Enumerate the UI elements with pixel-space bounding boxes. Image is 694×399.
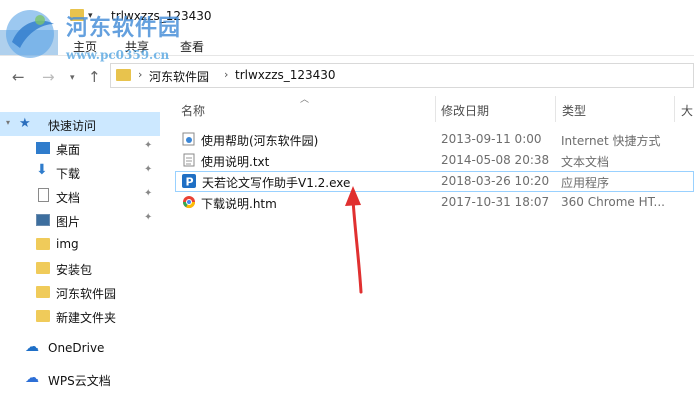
expand-arrow-icon[interactable]: ▾	[6, 118, 10, 127]
sidebar-item-label: 河东软件园	[56, 287, 117, 301]
breadcrumb-separator-icon[interactable]: ›	[138, 68, 142, 81]
file-row[interactable]: 使用说明.txt 2014-05-08 20:38 文本文档	[175, 150, 694, 171]
file-row[interactable]: 下载说明.htm 2017-10-31 18:07 360 Chrome HT.…	[175, 192, 694, 213]
file-name: 使用说明.txt	[201, 155, 270, 169]
folder-icon	[36, 238, 50, 250]
file-type: 文本文档	[561, 155, 610, 169]
sidebar-item-documents[interactable]: 文档 ✦	[0, 184, 160, 208]
tab-view[interactable]: 查看	[180, 38, 204, 55]
file-date: 2013-09-11 0:00	[441, 132, 542, 146]
file-type: 360 Chrome HT...	[561, 195, 665, 209]
pin-icon[interactable]: ✦	[144, 212, 152, 223]
sidebar-item-label: 下载	[56, 167, 81, 181]
file-row[interactable]: 使用帮助(河东软件园) 2013-09-11 0:00 Internet 快捷方…	[175, 129, 694, 150]
chrome-html-icon	[183, 196, 195, 209]
sidebar-item-label: OneDrive	[48, 341, 105, 355]
sidebar-item-hedong[interactable]: 河东软件园	[0, 280, 160, 304]
column-divider[interactable]	[555, 96, 556, 122]
sidebar-item-downloads[interactable]: ⬇ 下载 ✦	[0, 160, 160, 184]
column-header-size[interactable]: 大	[681, 102, 693, 119]
sidebar-item-label: 快速访问	[48, 119, 97, 133]
folder-icon	[36, 310, 50, 322]
column-header-name[interactable]: 名称	[181, 102, 205, 119]
document-icon	[38, 188, 49, 202]
sidebar-item-label: 桌面	[56, 143, 81, 157]
file-date: 2017-10-31 18:07	[441, 195, 550, 209]
pin-icon[interactable]: ✦	[144, 140, 152, 151]
column-divider[interactable]	[435, 96, 436, 122]
sort-ascending-icon: ︿	[300, 95, 310, 105]
file-type: 应用程序	[561, 176, 610, 190]
watermark-url: www.pc0359.cn	[66, 48, 170, 62]
folder-icon	[116, 69, 131, 81]
forward-arrow-icon[interactable]: →	[42, 68, 55, 86]
sidebar-item-quick-access[interactable]: ▾ ★ 快速访问	[0, 112, 160, 136]
file-date: 2014-05-08 20:38	[441, 153, 550, 167]
back-arrow-icon[interactable]: ←	[12, 68, 25, 86]
navigation-pane: ▾ ★ 快速访问 桌面 ✦ ⬇ 下载 ✦ 文档 ✦ 图片 ✦ img 安装包 河…	[0, 100, 165, 399]
address-bar[interactable]: › 河东软件园 › trlwxzzs_123430	[110, 63, 694, 88]
sidebar-item-new-folder[interactable]: 新建文件夹	[0, 304, 160, 328]
cloud-icon: ☁	[25, 339, 39, 355]
app-p-icon: P	[182, 174, 196, 188]
sidebar-item-install-pack[interactable]: 安装包	[0, 256, 160, 280]
file-row-selected[interactable]: P 天若论文写作助手V1.2.exe 2018-03-26 10:20 应用程序	[175, 171, 694, 192]
sidebar-item-label: 安装包	[56, 263, 93, 277]
file-name: 下载说明.htm	[201, 197, 277, 211]
file-date: 2018-03-26 10:20	[441, 174, 550, 188]
breadcrumb-current[interactable]: trlwxzzs_123430	[235, 68, 336, 82]
sidebar-item-label: 文档	[56, 191, 81, 205]
pin-icon[interactable]: ✦	[144, 188, 152, 199]
up-arrow-icon[interactable]: ↑	[88, 68, 101, 86]
url-shortcut-icon	[182, 132, 195, 146]
star-icon: ★	[19, 116, 31, 131]
pin-icon[interactable]: ✦	[144, 164, 152, 175]
file-name: 使用帮助(河东软件园)	[201, 134, 319, 148]
file-name: 天若论文写作助手V1.2.exe	[202, 176, 351, 190]
recent-locations-icon[interactable]: ▾	[70, 73, 75, 83]
sidebar-item-img[interactable]: img	[0, 232, 160, 256]
watermark-title: 河东软件园	[66, 16, 182, 41]
folder-icon	[36, 262, 50, 274]
svg-text:P: P	[186, 176, 194, 189]
column-divider[interactable]	[674, 96, 675, 122]
wps-cloud-icon: ☁	[25, 370, 39, 386]
pictures-icon	[36, 214, 50, 226]
folder-icon	[36, 286, 50, 298]
sidebar-item-pictures[interactable]: 图片 ✦	[0, 208, 160, 232]
desktop-icon	[36, 142, 50, 154]
sidebar-item-label: 新建文件夹	[56, 311, 117, 325]
file-type: Internet 快捷方式	[561, 134, 661, 148]
breadcrumb-hedong[interactable]: 河东软件园	[149, 68, 209, 85]
watermark-logo	[6, 10, 54, 58]
breadcrumb-separator-icon[interactable]: ›	[224, 68, 228, 81]
sidebar-item-label: 图片	[56, 215, 81, 229]
sidebar-item-label: WPS云文档	[48, 374, 111, 388]
sidebar-item-desktop[interactable]: 桌面 ✦	[0, 136, 160, 160]
column-header-date[interactable]: 修改日期	[441, 102, 489, 119]
text-file-icon	[183, 153, 195, 167]
sidebar-item-onedrive[interactable]: ☁ OneDrive	[0, 336, 160, 360]
sidebar-item-label: img	[56, 237, 79, 251]
column-header-type[interactable]: 类型	[562, 102, 586, 119]
sidebar-item-wps-cloud[interactable]: ☁ WPS云文档	[0, 367, 160, 391]
download-arrow-icon: ⬇	[36, 162, 48, 178]
